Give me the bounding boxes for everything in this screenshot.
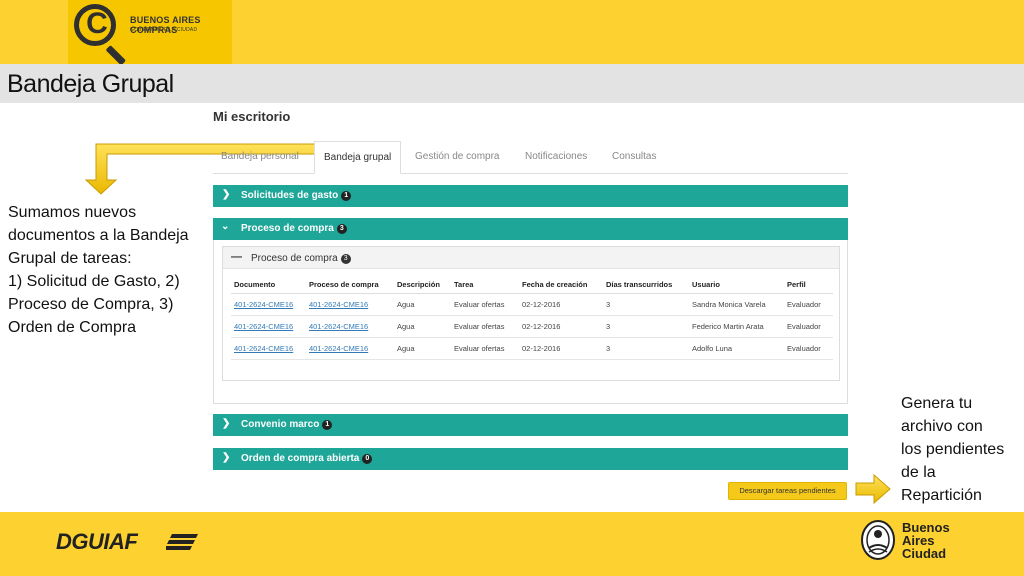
count-badge: 1 [341,191,352,201]
table-cell: Evaluar ofertas [451,315,519,338]
chevron-right-icon: ❯ [222,189,231,200]
tab-gestion-de-compra[interactable]: Gestión de compra [415,141,500,174]
annotation-line: documentos a la Bandeja [8,227,189,244]
minus-icon[interactable]: — [231,251,242,263]
table-cell: Agua [394,337,451,360]
annotation-line: de la [901,464,936,481]
table-cell: Evaluar ofertas [451,337,519,360]
table-cell: 3 [603,315,689,338]
column-header: Descripción [394,277,451,294]
column-header: Perfil [784,277,833,294]
table-cell: 02-12-2016 [519,337,603,360]
annotation-left: Sumamos nuevos documentos a la Bandeja G… [8,201,208,339]
chevron-right-icon: ❯ [222,452,231,463]
panel-proceso-de-compra[interactable]: ⌄ Proceso de compra 3 [213,218,848,240]
table-cell: Evaluador [784,293,833,316]
inner-panel-header: — Proceso de compra 3 [223,247,839,269]
annotation-line: Sumamos nuevos [8,204,137,221]
panel-title: Convenio marco [241,419,320,430]
dguiaf-logo: DGUIAF [56,529,138,554]
column-header: Documento [231,277,306,294]
tab-bandeja-personal[interactable]: Bandeja personal [221,141,299,174]
table-cell: Sandra Monica Varela [689,293,784,316]
download-pending-tasks-button[interactable]: Descargar tareas pendientes [728,482,847,500]
column-header: Proceso de compra [306,277,394,294]
document-link[interactable]: 401-2624-CME16 [234,300,293,309]
tasks-table: Documento Proceso de compra Descripción … [231,277,833,360]
inner-panel-proceso-de-compra: — Proceso de compra 3 Documento Proceso d… [222,246,840,381]
magnifier-icon: C [74,4,116,46]
process-link[interactable]: 401-2624-CME16 [309,344,368,353]
annotation-right: Genera tu archivo con los pendientes de … [901,392,1021,507]
app-window: Mi escritorio Bandeja personal Bandeja g… [213,103,848,503]
buenos-aires-ciudad-logo: Buenos Aires Ciudad [902,521,950,560]
column-header: Usuario [689,277,784,294]
table-header-row: Documento Proceso de compra Descripción … [231,277,833,294]
annotation-line: Genera tu [901,395,973,412]
column-header: Fecha de creación [519,277,603,294]
annotation-line: los pendientes [901,441,1005,458]
count-badge: 3 [340,254,351,264]
slide-title: Bandeja Grupal [7,70,174,98]
count-badge: 1 [322,420,333,430]
panel-title: Orden de compra abierta [241,453,360,464]
table-cell: Evaluador [784,337,833,360]
tab-notificaciones[interactable]: Notificaciones [525,141,587,174]
logo-letter: C [86,7,108,40]
dguiaf-bars-icon [166,534,198,550]
logo-subtitle: GOBIERNO DE LA CIUDAD [130,27,198,33]
table-row: 401-2624-CME16 401-2624-CME16 Agua Evalu… [231,293,833,316]
buenos-aires-compras-logo: C BUENOS AIRES COMPRAS GOBIERNO DE LA CI… [68,0,232,66]
document-link[interactable]: 401-2624-CME16 [234,344,293,353]
table-cell: Agua [394,315,451,338]
table-cell: Adolfo Luna [689,337,784,360]
table-row: 401-2624-CME16 401-2624-CME16 Agua Evalu… [231,315,833,338]
panel-solicitudes-de-gasto[interactable]: ❯ Solicitudes de gasto 1 [213,185,848,207]
tab-bar: Bandeja personal Bandeja grupal Gestión … [213,141,848,174]
panel-orden-de-compra-abierta[interactable]: ❯ Orden de compra abierta 0 [213,448,848,470]
page-title: Mi escritorio [213,109,291,124]
count-badge: 0 [362,454,373,464]
table-cell: Evaluar ofertas [451,293,519,316]
process-link[interactable]: 401-2624-CME16 [309,300,368,309]
buenos-aires-seal-icon [861,520,895,560]
panel-convenio-marco[interactable]: ❯ Convenio marco 1 [213,414,848,436]
annotation-line: Orden de Compra [8,319,137,336]
chevron-right-icon: ❯ [222,418,231,429]
table-row: 401-2624-CME16 401-2624-CME16 Agua Evalu… [231,337,833,360]
count-badge: 3 [336,224,347,234]
document-link[interactable]: 401-2624-CME16 [234,322,293,331]
table-cell: 3 [603,337,689,360]
chevron-down-icon: ⌄ [221,221,230,232]
table-cell: 3 [603,293,689,316]
table-cell: Federico Martin Arata [689,315,784,338]
panel-body: — Proceso de compra 3 Documento Proceso d… [213,240,848,404]
column-header: Días transcurridos [603,277,689,294]
annotation-line: Repartición [901,487,982,504]
tab-consultas[interactable]: Consultas [612,141,656,174]
annotation-line: archivo con [901,418,983,435]
logo-line: Ciudad [902,546,947,561]
annotation-line: Grupal de tareas: [8,250,132,267]
panel-title: Proceso de compra [241,223,334,234]
panel-title: Solicitudes de gasto [241,190,339,201]
annotation-line: Proceso de Compra, 3) [8,296,174,313]
table-cell: Evaluador [784,315,833,338]
inner-panel-title: Proceso de compra [251,253,338,264]
tab-bandeja-grupal[interactable]: Bandeja grupal [314,141,402,174]
process-link[interactable]: 401-2624-CME16 [309,322,368,331]
slide-title-bar: Bandeja Grupal [0,64,1024,103]
table-cell: 02-12-2016 [519,315,603,338]
magnifier-handle [105,45,127,66]
annotation-line: 1) Solicitud de Gasto, 2) [8,273,180,290]
column-header: Tarea [451,277,519,294]
table-cell: 02-12-2016 [519,293,603,316]
table-cell: Agua [394,293,451,316]
